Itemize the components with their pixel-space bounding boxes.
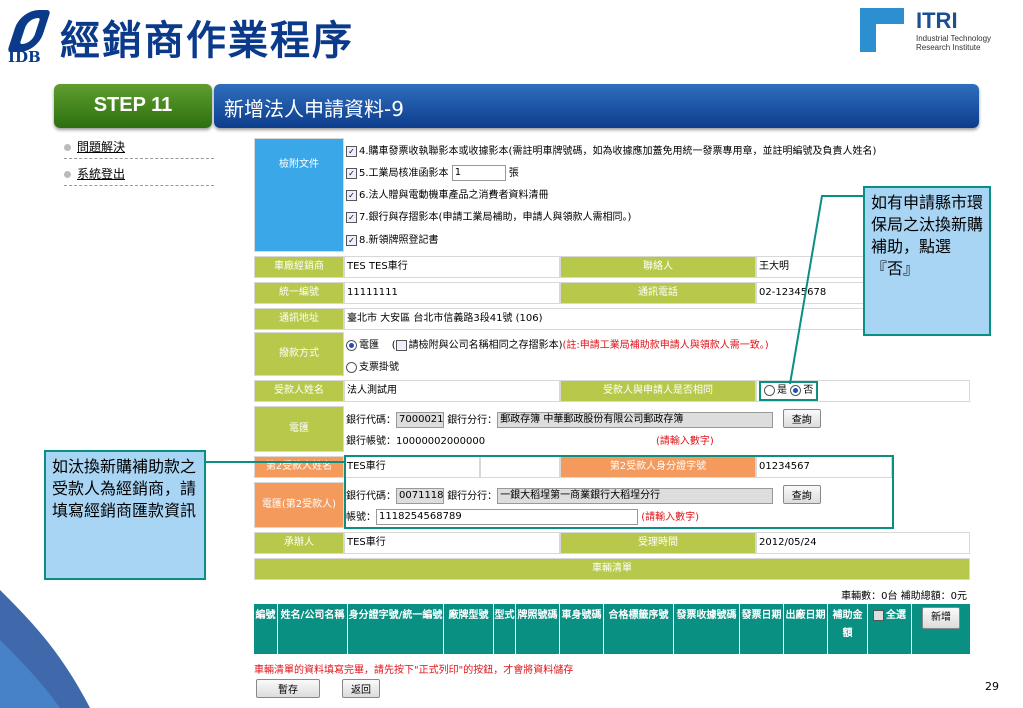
decorative-swoosh	[0, 590, 90, 708]
callout-connectors	[206, 195, 863, 463]
page-number: 29	[985, 680, 999, 693]
callout-right-connector	[789, 195, 863, 385]
